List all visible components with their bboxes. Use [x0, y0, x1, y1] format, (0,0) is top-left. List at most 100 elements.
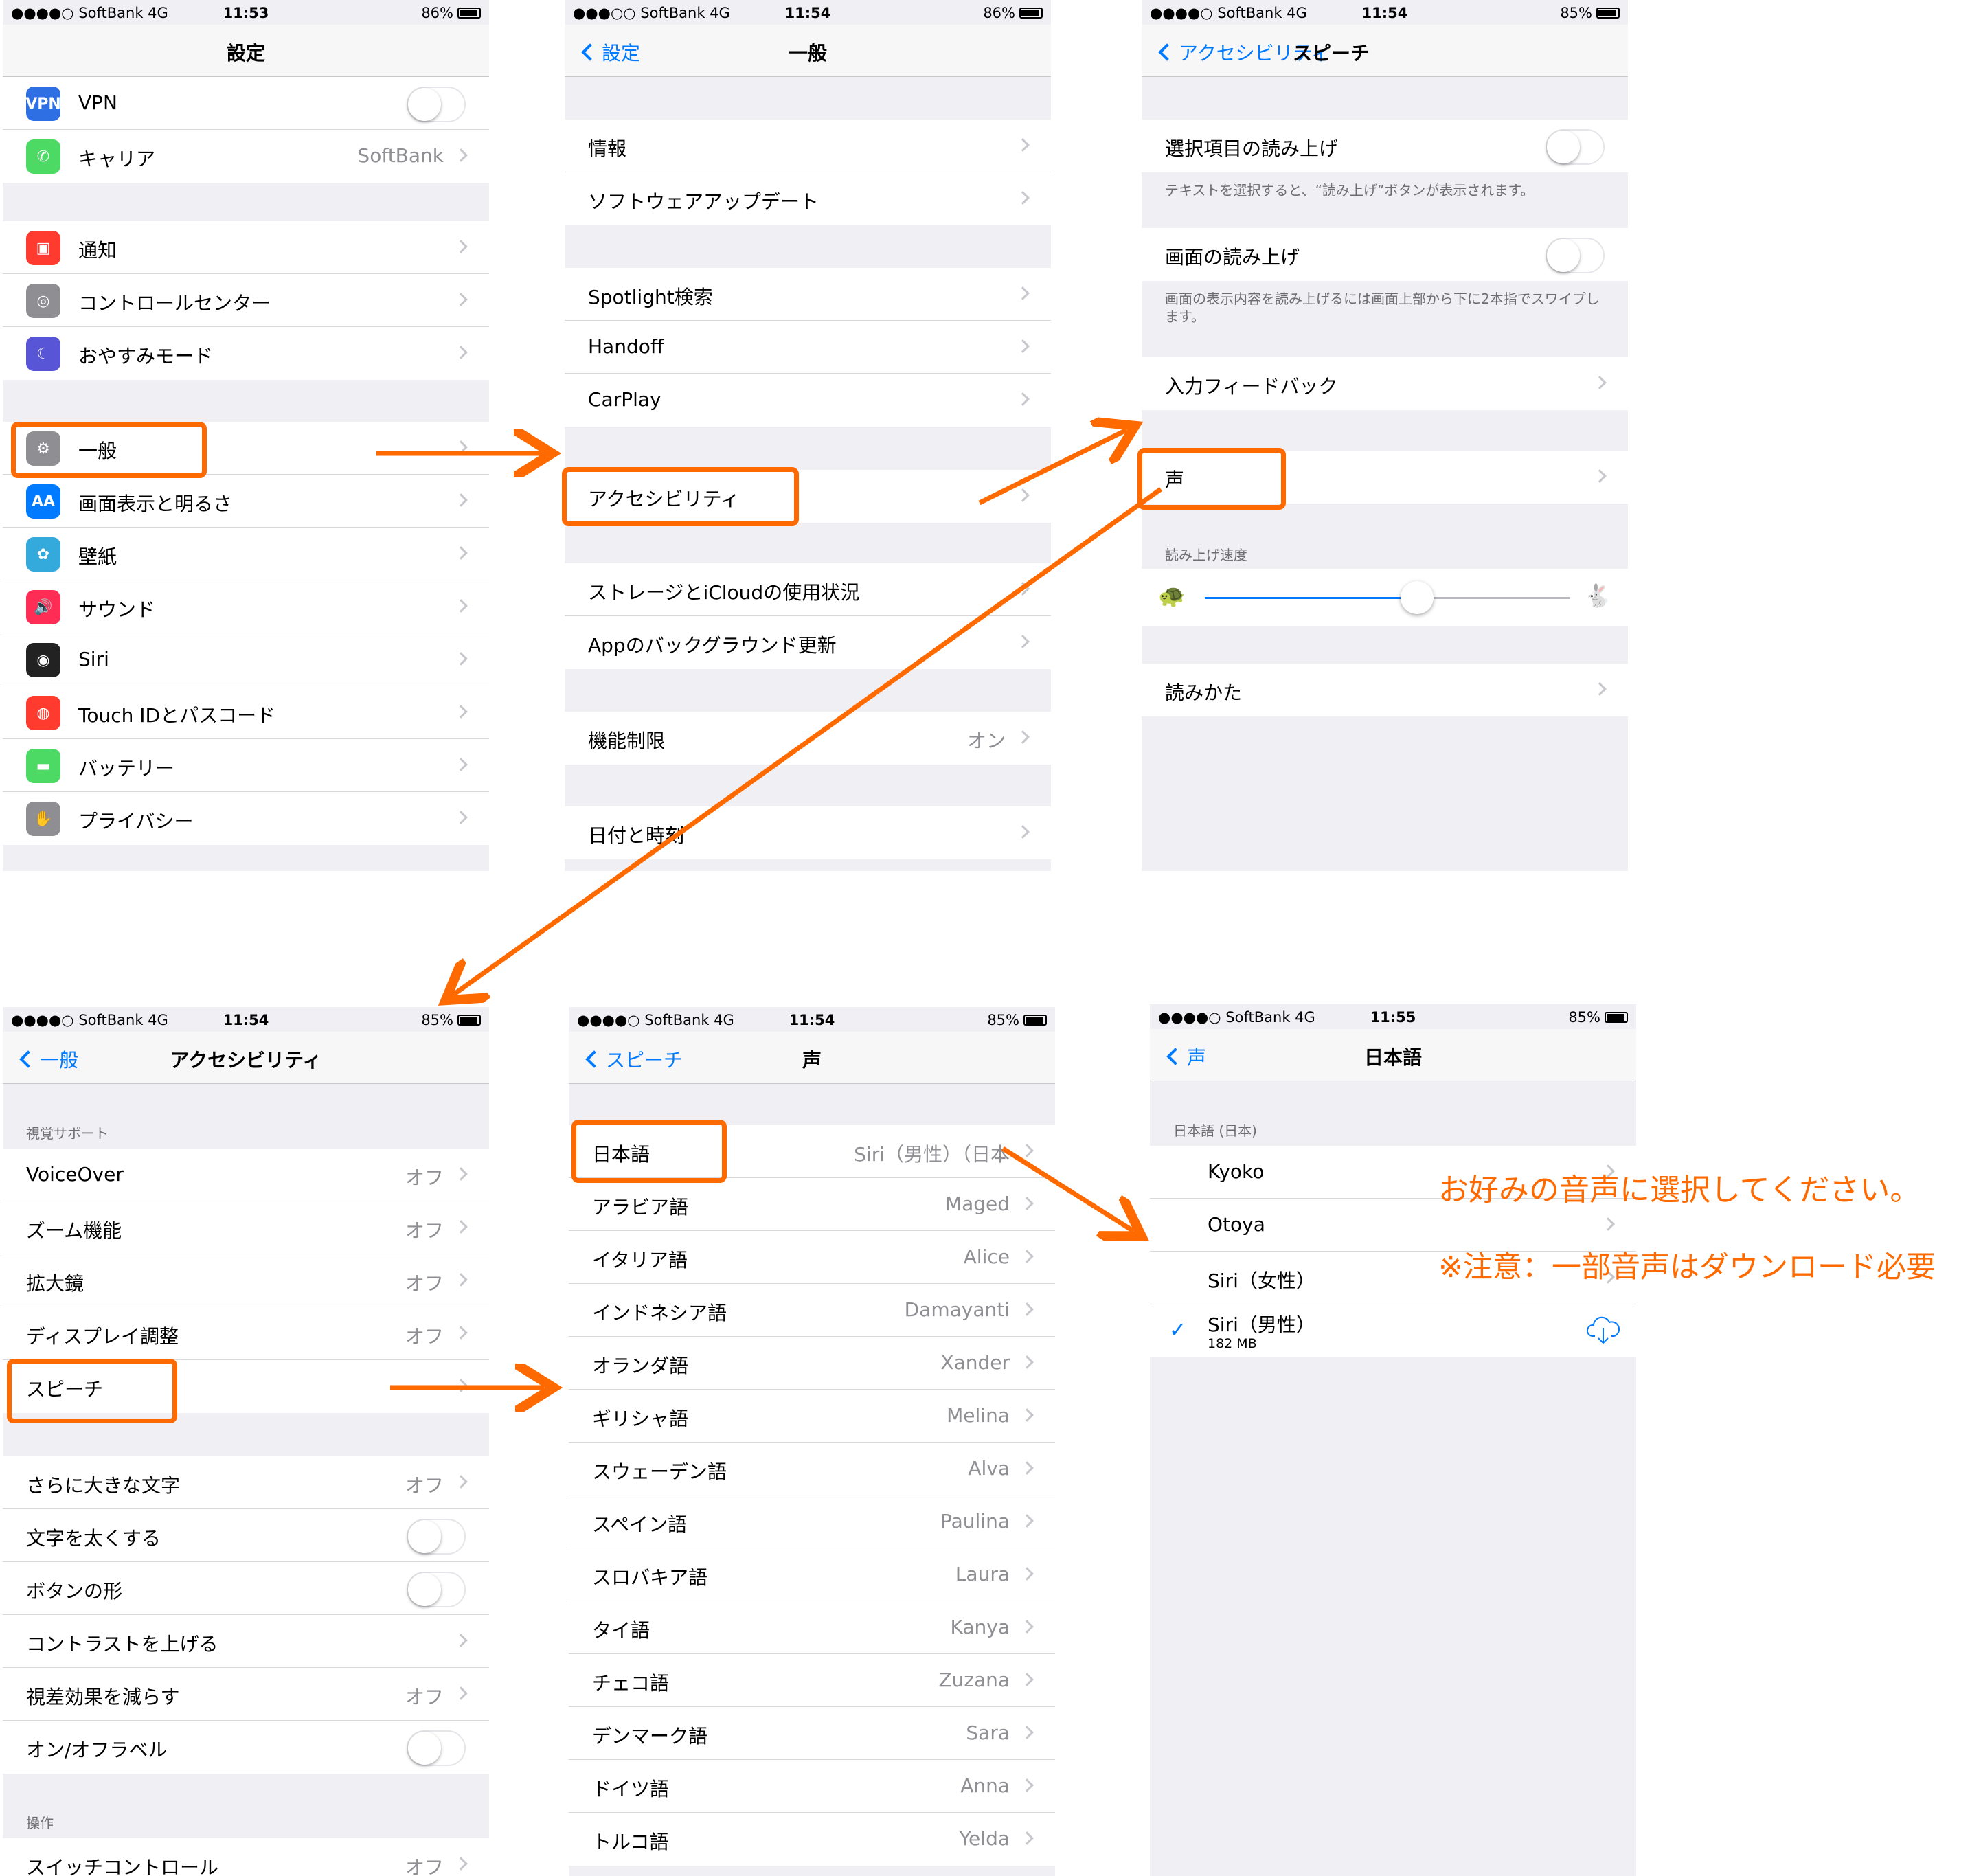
row-value: オフ [405, 1219, 444, 1242]
accessibility-row[interactable]: 文字を太くする [3, 1509, 489, 1562]
language-row[interactable]: チェコ語 Zuzana [569, 1654, 1055, 1707]
settings-row[interactable]: VPN VPN [3, 77, 489, 130]
speak-screen-row: 画面の読み上げ [1142, 228, 1628, 281]
pronunciations-row[interactable]: 読みかた [1142, 664, 1628, 716]
accessibility-row[interactable]: オン/オフラベル [3, 1721, 489, 1774]
language-row[interactable]: トルコ語 Yelda [569, 1813, 1055, 1866]
accessibility-row[interactable]: 視差効果を減らす オフ [3, 1668, 489, 1721]
toggle-switch[interactable] [407, 1730, 466, 1766]
note-download-required: ※注意：一部音声はダウンロード必要 [1438, 1250, 1936, 1285]
accessibility-row[interactable]: ボタンの形 [3, 1562, 489, 1615]
language-row[interactable]: インドネシア語 Damayanti [569, 1284, 1055, 1337]
language-row[interactable]: タイ語 Kanya [569, 1601, 1055, 1654]
general-row[interactable]: CarPlay [565, 374, 1051, 427]
chevron-right-icon [1020, 1250, 1034, 1263]
row-value: Anna [960, 1774, 1010, 1797]
chevron-right-icon [454, 293, 468, 306]
language-row[interactable]: スロバキア語 Laura [569, 1548, 1055, 1601]
row-value: Alice [963, 1245, 1010, 1268]
accessibility-row[interactable]: スイッチコントロール オフ [3, 1838, 489, 1876]
app-icon: ▬ [26, 749, 60, 783]
toggle-switch[interactable] [407, 1572, 466, 1607]
accessibility-row[interactable]: 拡大鏡 オフ [3, 1254, 489, 1307]
chevron-right-icon [1016, 730, 1030, 744]
chevron-right-icon [1020, 1726, 1034, 1739]
typing-feedback-row[interactable]: 入力フィードバック [1142, 357, 1628, 410]
app-icon: ◉ [26, 643, 60, 677]
page-title: 設定 [226, 42, 265, 65]
general-row[interactable]: 情報 [565, 120, 1051, 172]
cloud-download-icon[interactable] [1585, 1314, 1621, 1347]
language-row[interactable]: デンマーク語 Sara [569, 1707, 1055, 1760]
page-title: アクセシビリティ [170, 1049, 322, 1072]
app-icon: 🔊 [26, 590, 60, 624]
chevron-right-icon [1016, 286, 1030, 300]
clock: 11:54 [784, 5, 831, 21]
battery-icon [1596, 8, 1620, 19]
settings-row[interactable]: 🔊 サウンド [3, 580, 489, 633]
general-row[interactable]: 日付と時刻 [565, 806, 1051, 859]
status-bar: ●●●●○ SoftBank 4G 11:54 85% [3, 1007, 489, 1032]
battery-percent: 86% [421, 5, 453, 21]
status-bar: ●●●○○ SoftBank 4G 11:54 86% [565, 0, 1051, 25]
general-row[interactable]: Handoff [565, 321, 1051, 374]
page-title: スピーチ [1293, 42, 1370, 65]
chevron-right-icon [454, 493, 468, 507]
general-row[interactable]: ソフトウェアアップデート [565, 172, 1051, 225]
general-group-datetime: 日付と時刻 [565, 806, 1051, 859]
chevron-right-icon [1020, 1567, 1034, 1581]
chevron-right-icon [1593, 469, 1607, 483]
settings-row[interactable]: ✿ 壁紙 [3, 528, 489, 580]
speak-selection-toggle[interactable] [1546, 129, 1605, 165]
settings-row[interactable]: ◉ Siri [3, 633, 489, 686]
language-row[interactable]: スペイン語 Paulina [569, 1495, 1055, 1548]
general-row[interactable]: Spotlight検索 [565, 268, 1051, 321]
nav-bar: アクセシビリティ スピーチ [1142, 25, 1628, 77]
voice-row-siri-male[interactable]: ✓ Siri（男性） 182 MB [1150, 1304, 1636, 1357]
chevron-right-icon [454, 1326, 468, 1340]
language-row[interactable]: ギリシャ語 Melina [569, 1390, 1055, 1443]
interaction-group: スイッチコントロール オフ [3, 1838, 489, 1876]
language-row[interactable]: アラビア語 Maged [569, 1178, 1055, 1231]
toggle-switch[interactable] [407, 1519, 466, 1555]
language-row[interactable]: イタリア語 Alice [569, 1231, 1055, 1284]
speaking-rate-slider[interactable] [1205, 581, 1570, 614]
slider-thumb[interactable] [1400, 581, 1434, 614]
row-value: Melina [947, 1404, 1010, 1427]
speaking-rate-header: 読み上げ速度 [1165, 547, 1247, 563]
settings-row[interactable]: ▬ バッテリー [3, 739, 489, 792]
restrictions-row[interactable]: 機能制限 オン [565, 712, 1051, 765]
toggle-switch[interactable] [407, 87, 466, 122]
general-row[interactable]: ストレージとiCloudの使用状況 [565, 563, 1051, 616]
general-group-info: 情報 ソフトウェアアップデート [565, 120, 1051, 225]
language-row[interactable]: スウェーデン語 Alva [569, 1443, 1055, 1495]
clock: 11:54 [223, 1012, 269, 1028]
accessibility-row[interactable]: ディスプレイ調整 オフ [3, 1307, 489, 1360]
settings-row[interactable]: ▣ 通知 [3, 221, 489, 274]
accessibility-row[interactable]: ズーム機能 オフ [3, 1201, 489, 1254]
settings-row[interactable]: ◎ コントロールセンター [3, 274, 489, 327]
chevron-right-icon [1016, 635, 1030, 648]
settings-row[interactable]: ✋ プライバシー [3, 792, 489, 845]
chevron-right-icon [454, 758, 468, 771]
language-row[interactable]: ドイツ語 Anna [569, 1760, 1055, 1813]
chevron-right-icon [454, 1273, 468, 1287]
battery-icon [1019, 8, 1043, 19]
settings-row[interactable]: ◍ Touch IDとパスコード [3, 686, 489, 739]
accessibility-row[interactable]: コントラストを上げる [3, 1615, 489, 1668]
language-row[interactable]: オランダ語 Xander [569, 1337, 1055, 1390]
settings-row[interactable]: ✆ キャリア SoftBank [3, 130, 489, 183]
settings-row[interactable]: AA 画面表示と明るさ [3, 475, 489, 528]
highlight-accessibility [562, 467, 799, 526]
chevron-right-icon [1601, 1217, 1615, 1231]
row-value: Zuzana [938, 1669, 1010, 1691]
settings-group-system: ⚙ 一般 AA 画面表示と明るさ ✿ 壁紙 🔊 サウンド ◉ Siri ◍ Touch IDとパスコー… [3, 422, 489, 845]
accessibility-row[interactable]: さらに大きな文字 オフ [3, 1456, 489, 1509]
speak-screen-toggle[interactable] [1546, 238, 1605, 273]
accessibility-row[interactable]: VoiceOver オフ [3, 1149, 489, 1201]
chevron-right-icon [454, 440, 468, 454]
general-row[interactable]: Appのバックグラウンド更新 [565, 616, 1051, 669]
settings-row[interactable]: ☾ おやすみモード [3, 327, 489, 380]
general-screen: ●●●○○ SoftBank 4G 11:54 86% 設定 一般 情報 ソフトウ… [565, 0, 1051, 871]
row-value: オフ [405, 1166, 444, 1189]
